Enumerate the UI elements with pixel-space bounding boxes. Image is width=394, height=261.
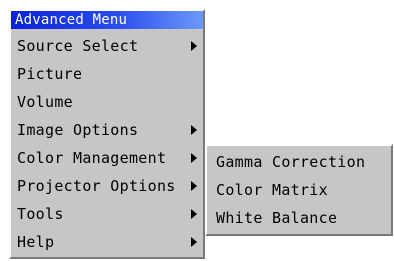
submenu-arrow-icon <box>191 153 197 163</box>
menu-item-label: Volume <box>17 93 73 111</box>
color-management-submenu: Gamma Correction Color Matrix White Bala… <box>205 144 393 236</box>
submenu-arrow-icon <box>191 41 197 51</box>
menu-item-source-select[interactable]: Source Select <box>11 32 203 60</box>
submenu-item-label: Gamma Correction <box>216 153 366 171</box>
menu-item-help[interactable]: Help <box>11 228 203 256</box>
submenu-arrow-icon <box>191 125 197 135</box>
menu-item-label: Projector Options <box>17 177 176 195</box>
menu-item-image-options[interactable]: Image Options <box>11 116 203 144</box>
menu-item-projector-options[interactable]: Projector Options <box>11 172 203 200</box>
menu-item-color-management[interactable]: Color Management <box>11 144 203 172</box>
submenu-item-white-balance[interactable]: White Balance <box>207 204 391 232</box>
menu-item-label: Tools <box>17 205 64 223</box>
submenu-arrow-icon <box>191 237 197 247</box>
submenu-item-color-matrix[interactable]: Color Matrix <box>207 176 391 204</box>
menu-item-label: Help <box>17 233 55 251</box>
menu-item-tools[interactable]: Tools <box>11 200 203 228</box>
submenu-arrow-icon <box>191 209 197 219</box>
submenu-item-gamma-correction[interactable]: Gamma Correction <box>207 148 391 176</box>
menu-item-label: Color Management <box>17 149 167 167</box>
menu-title: Advanced Menu <box>11 11 203 29</box>
submenu-item-label: Color Matrix <box>216 181 328 199</box>
menu-item-label: Image Options <box>17 121 139 139</box>
advanced-menu: Advanced Menu Source Select Picture Volu… <box>9 9 205 259</box>
menu-item-label: Picture <box>17 65 83 83</box>
menu-item-picture[interactable]: Picture <box>11 60 203 88</box>
menu-item-label: Source Select <box>17 37 139 55</box>
menu-item-volume[interactable]: Volume <box>11 88 203 116</box>
submenu-arrow-icon <box>191 181 197 191</box>
submenu-item-label: White Balance <box>216 209 338 227</box>
